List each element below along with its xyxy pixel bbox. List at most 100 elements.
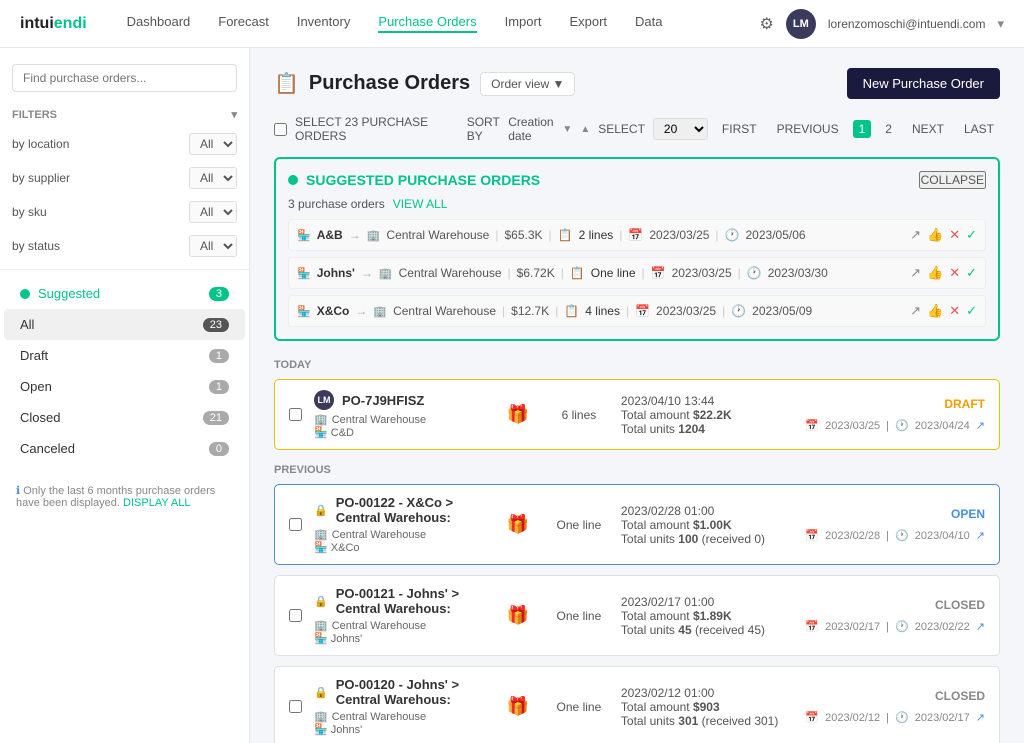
- sidebar-item-canceled[interactable]: Canceled 0: [4, 433, 245, 464]
- thumbs-up-icon-2[interactable]: 👍: [927, 303, 943, 319]
- po-draft-number[interactable]: PO-7J9HFISZ: [342, 393, 424, 408]
- sidebar-item-closed[interactable]: Closed 21: [4, 402, 245, 433]
- po-draft-right: DRAFT 📅 2023/03/25 | 🕐 2023/04/24 ↗: [805, 397, 985, 432]
- pager-last[interactable]: LAST: [958, 120, 1000, 138]
- sidebar-item-suggested[interactable]: Suggested 3: [4, 278, 245, 309]
- sort-asc-icon[interactable]: ▲: [580, 124, 590, 135]
- cal-icon-00122: 📅: [805, 529, 819, 542]
- search-input[interactable]: [12, 64, 237, 92]
- po-draft-total-units: Total units 1204: [621, 422, 793, 436]
- po-00122-location: 🏢 Central Warehouse: [314, 528, 486, 541]
- filters-toggle-icon[interactable]: ▾: [231, 108, 237, 121]
- filter-location: by location All: [0, 129, 249, 159]
- lines-2: 4 lines: [585, 304, 620, 318]
- nav-forecast[interactable]: Forecast: [218, 14, 269, 33]
- sidebar-item-open[interactable]: Open 1: [4, 371, 245, 402]
- new-purchase-order-button[interactable]: New Purchase Order: [847, 68, 1000, 99]
- external-link-icon-1[interactable]: ↗: [910, 265, 921, 281]
- external-link-00120-icon[interactable]: ↗: [976, 711, 985, 724]
- po-00120-total-amount: Total amount $903: [621, 700, 793, 714]
- po-card-00122-checkbox[interactable]: [289, 518, 302, 531]
- po-00121-lines-value: One line: [549, 609, 609, 623]
- nav-export[interactable]: Export: [569, 14, 607, 33]
- pager-page2[interactable]: 2: [879, 120, 898, 138]
- lines-icon-0: 📋: [558, 228, 573, 242]
- external-link-draft-icon[interactable]: ↗: [976, 419, 985, 432]
- previous-section-label: PREVIOUS: [274, 464, 1000, 476]
- po-00122-number[interactable]: PO-00122 - X&Co > Central Warehous:: [336, 495, 487, 525]
- suggested-row-1: 🏪 Johns' → 🏢 Central Warehouse | $6.72K …: [288, 257, 986, 289]
- nav-dashboard[interactable]: Dashboard: [127, 14, 191, 33]
- filter-location-label: by location: [12, 137, 69, 151]
- sep-00120: |: [886, 712, 889, 724]
- clock-icon-00121: 🕐: [895, 620, 909, 633]
- suggested-green-dot: [288, 175, 298, 185]
- delete-icon-2[interactable]: ✕: [949, 303, 960, 319]
- filter-supplier-select[interactable]: All: [189, 167, 237, 189]
- nav-data[interactable]: Data: [635, 14, 662, 33]
- pager-next[interactable]: NEXT: [906, 120, 950, 138]
- sidebar-item-draft[interactable]: Draft 1: [4, 340, 245, 371]
- check-icon-0[interactable]: ✓: [966, 227, 977, 243]
- nav-import[interactable]: Import: [505, 14, 542, 33]
- external-link-icon-0[interactable]: ↗: [910, 227, 921, 243]
- view-all-link[interactable]: VIEW ALL: [393, 197, 448, 211]
- po-draft-amounts: 2023/04/10 13:44 Total amount $22.2K Tot…: [621, 394, 793, 436]
- sort-desc-icon[interactable]: ▼: [562, 124, 572, 135]
- suggested-row-1-actions: ↗ 👍 ✕ ✓: [910, 265, 977, 281]
- clock-icon-draft: 🕐: [895, 419, 909, 432]
- filter-location-select[interactable]: All: [189, 133, 237, 155]
- po-00121-number[interactable]: PO-00121 - Johns' > Central Warehous:: [336, 586, 487, 616]
- filter-sku-select[interactable]: All: [189, 201, 237, 223]
- pager-previous[interactable]: PREVIOUS: [771, 120, 845, 138]
- page-size-select[interactable]: 2050100: [653, 118, 708, 140]
- thumbs-up-icon-1[interactable]: 👍: [927, 265, 943, 281]
- arrow-icon-0: →: [349, 228, 361, 242]
- filter-status-select[interactable]: All: [189, 235, 237, 257]
- sidebar-item-all[interactable]: All 23: [4, 309, 245, 340]
- po-00120-number[interactable]: PO-00120 - Johns' > Central Warehous:: [336, 677, 487, 707]
- pager-first[interactable]: FIRST: [716, 120, 763, 138]
- layout: FILTERS ▾ by location All by supplier Al…: [0, 48, 1024, 743]
- po-card-draft-checkbox[interactable]: [289, 408, 302, 421]
- delete-icon-1[interactable]: ✕: [949, 265, 960, 281]
- amount-1: $6.72K: [517, 266, 555, 280]
- check-icon-2[interactable]: ✓: [966, 303, 977, 319]
- po-draft-total-amount: Total amount $22.2K: [621, 408, 793, 422]
- warehouse-icon-draft: 🏢: [314, 413, 328, 426]
- sidebar-item-all-left: All: [20, 317, 34, 332]
- date-expected-0: 2023/05/06: [746, 228, 806, 242]
- po-00121-created: 2023/02/17: [825, 621, 880, 633]
- check-icon-1[interactable]: ✓: [966, 265, 977, 281]
- display-all-link[interactable]: DISPLAY ALL: [123, 497, 190, 509]
- select-all-checkbox[interactable]: [274, 123, 287, 136]
- collapse-button[interactable]: COLLAPSE: [919, 171, 986, 189]
- order-view-button[interactable]: Order view ▼: [480, 72, 575, 96]
- nav-purchase-orders[interactable]: Purchase Orders: [378, 14, 476, 33]
- po-draft-location: 🏢 Central Warehouse: [314, 413, 486, 426]
- external-link-00122-icon[interactable]: ↗: [976, 529, 985, 542]
- draft-badge: 1: [209, 349, 229, 363]
- filter-sku-label: by sku: [12, 205, 47, 219]
- po-card-00121-checkbox[interactable]: [289, 609, 302, 622]
- thumbs-up-icon-0[interactable]: 👍: [927, 227, 943, 243]
- po-00120-total-units: Total units 301 (received 301): [621, 714, 793, 728]
- store-icon-00121: 🏪: [314, 633, 328, 645]
- delete-icon-0[interactable]: ✕: [949, 227, 960, 243]
- gift-icon-00120: 🎁: [506, 696, 528, 717]
- sidebar: FILTERS ▾ by location All by supplier Al…: [0, 48, 250, 743]
- pager-page1[interactable]: 1: [853, 120, 872, 138]
- settings-icon[interactable]: ⚙: [760, 14, 774, 34]
- warehouse-icon-2: 🏢: [373, 305, 387, 318]
- po-card-00120-checkbox[interactable]: [289, 700, 302, 713]
- nav-right: ⚙ LM lorenzomoschi@intuendi.com ▾: [760, 9, 1004, 39]
- warehouse-name-0: Central Warehouse: [386, 228, 489, 242]
- lock-icon-00121: 🔒: [314, 595, 328, 608]
- nav-inventory[interactable]: Inventory: [297, 14, 350, 33]
- user-email: lorenzomoschi@intuendi.com: [828, 17, 986, 31]
- external-link-icon-2[interactable]: ↗: [910, 303, 921, 319]
- user-menu-icon[interactable]: ▾: [997, 16, 1004, 32]
- external-link-00121-icon[interactable]: ↗: [976, 620, 985, 633]
- po-00120-amounts: 2023/02/12 01:00 Total amount $903 Total…: [621, 686, 793, 728]
- po-card-00121-info: 🔒 PO-00121 - Johns' > Central Warehous: …: [314, 586, 486, 645]
